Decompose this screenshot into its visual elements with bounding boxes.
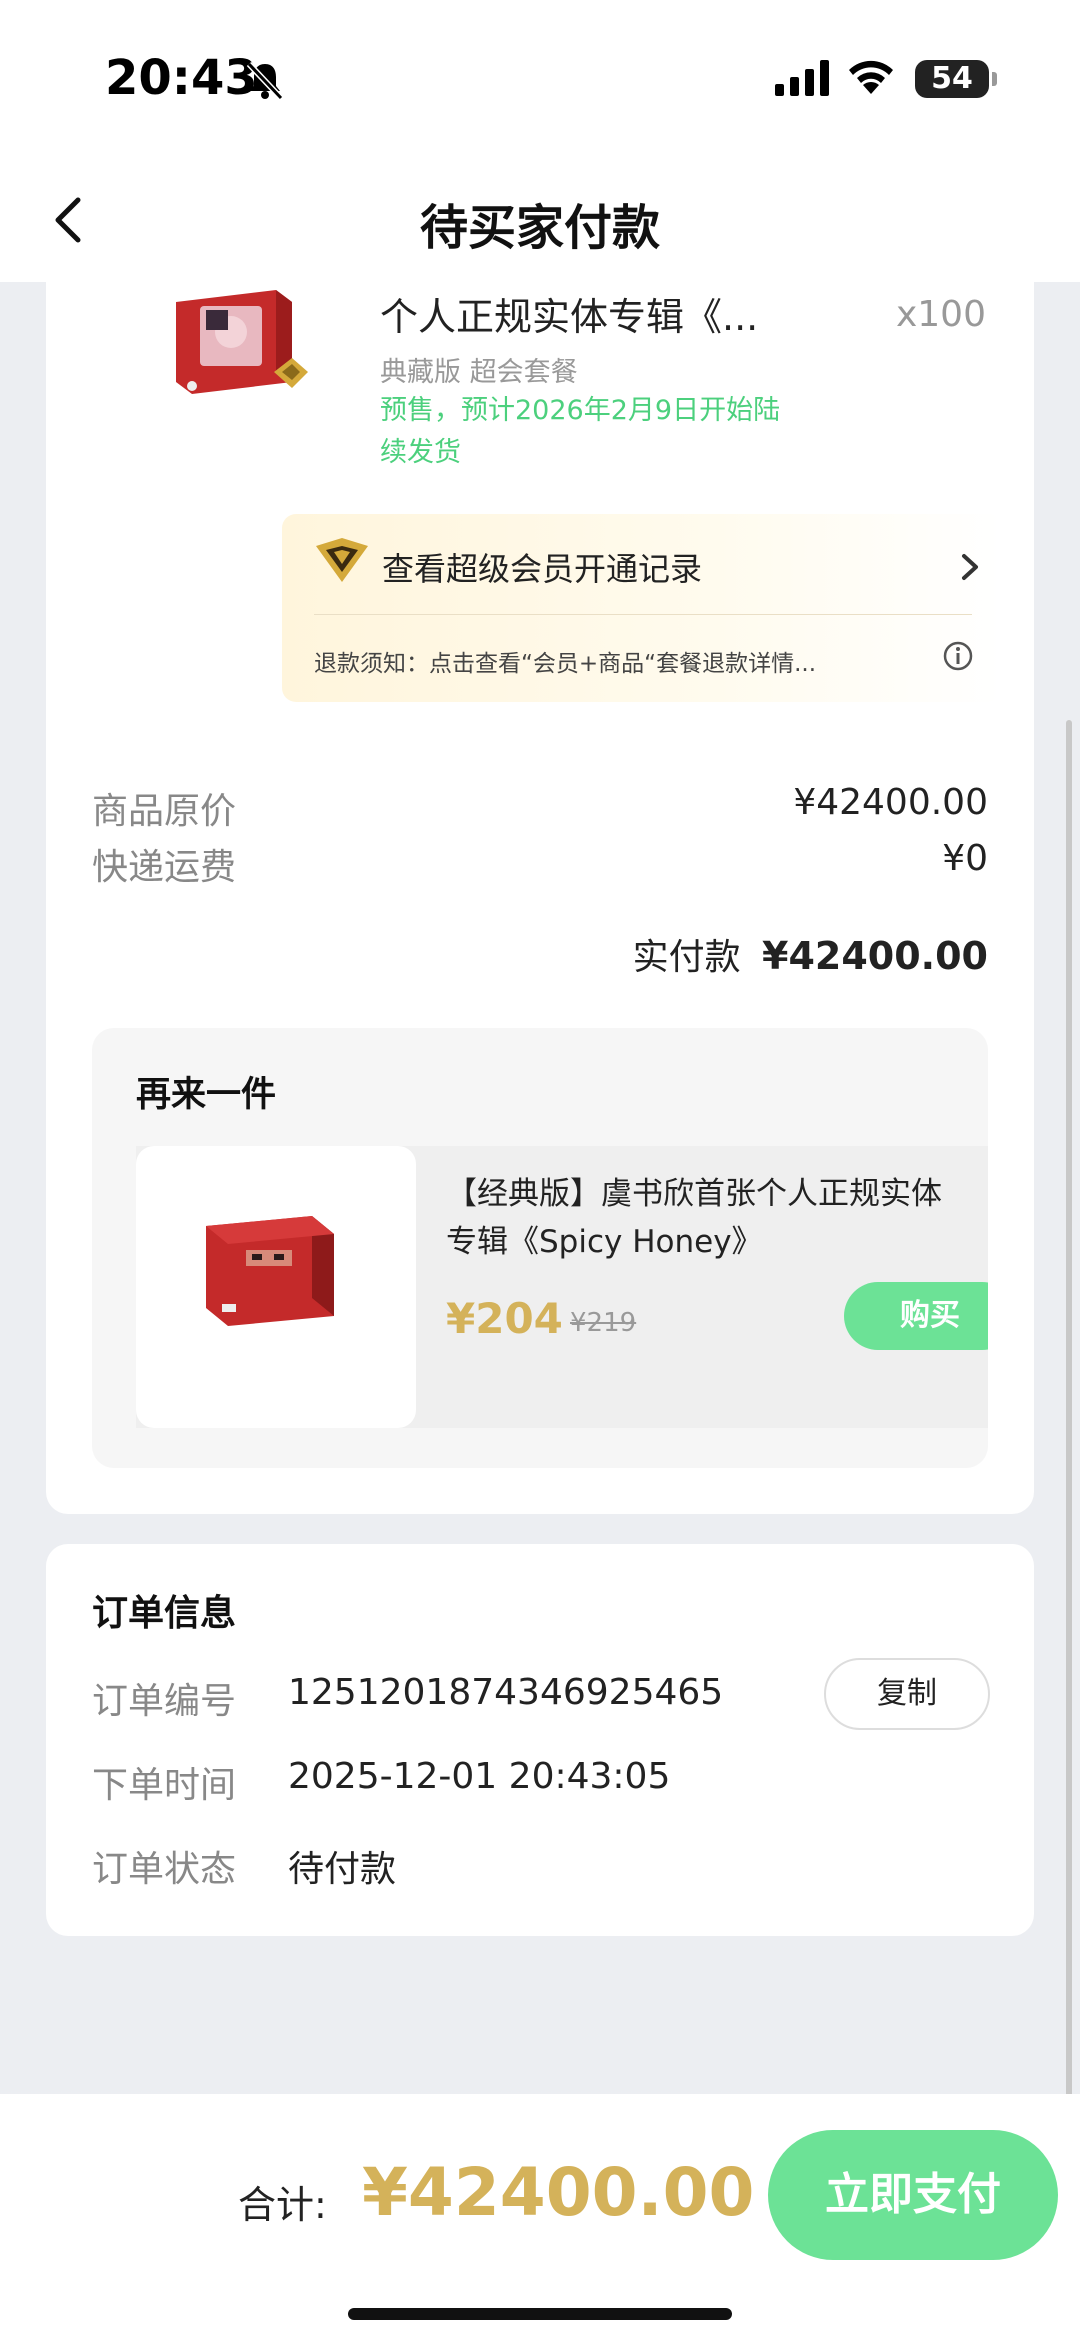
- order-info-title: 订单信息: [92, 1593, 237, 1634]
- status-bar: 20:43 54: [0, 0, 1080, 160]
- divider: [314, 614, 972, 615]
- battery-icon: 54: [915, 60, 997, 98]
- order-status-value: 待付款: [288, 1849, 397, 1890]
- order-info-card: 订单信息 订单编号 1251201874346925465 复制 下单时间 20…: [46, 1544, 1034, 1936]
- original-price-value: ¥42400.00: [793, 782, 988, 823]
- chevron-right-icon[interactable]: [958, 550, 982, 584]
- album-box-illustration: [206, 1216, 334, 1326]
- original-price-label: 商品原价: [92, 791, 237, 832]
- paid-row: 实付款 ¥42400.00: [633, 928, 988, 980]
- wifi-icon: [849, 60, 893, 94]
- paid-value: ¥42400.00: [762, 934, 988, 978]
- total-amount: ¥42400.00: [362, 2154, 755, 2231]
- buy-again-name[interactable]: 【经典版】虞书欣首张个人正规实体专辑《Spicy Honey》: [446, 1170, 946, 1266]
- order-number-value: 1251201874346925465: [288, 1672, 724, 1713]
- presale-note: 预售，预计2026年2月9日开始陆续发货: [380, 395, 781, 468]
- buy-again-title: 再来一件: [136, 1075, 277, 1115]
- order-number-label: 订单编号: [92, 1681, 237, 1722]
- product-title[interactable]: 个人正规实体专辑《...: [380, 286, 800, 341]
- checkout-bar: 合计: ¥42400.00 立即支付: [0, 2094, 1080, 2341]
- paid-label: 实付款: [632, 937, 741, 978]
- page-title: 待买家付款: [419, 200, 660, 256]
- status-time: 20:43: [105, 50, 258, 106]
- shipping-value: ¥0: [942, 838, 988, 879]
- bell-off-icon: [246, 61, 284, 100]
- order-status-label: 订单状态: [92, 1849, 237, 1890]
- order-time-value: 2025-12-01 20:43:05: [288, 1756, 671, 1797]
- info-icon[interactable]: [942, 640, 974, 672]
- product-spec: 典藏版 超会套餐: [380, 357, 578, 388]
- vip-record-panel[interactable]: 查看超级会员开通记录 退款须知：点击查看“会员+商品“套餐退款详情...: [282, 514, 1002, 702]
- product-quantity: x100: [895, 294, 986, 335]
- buy-again-item[interactable]: 【经典版】虞书欣首张个人正规实体专辑《Spicy Honey》 ¥204 ¥21…: [136, 1146, 988, 1428]
- scrollbar[interactable]: [1066, 720, 1072, 2100]
- signal-icon: [775, 60, 829, 96]
- total-label: 合计:: [238, 2183, 327, 2227]
- refund-note[interactable]: 退款须知：点击查看“会员+商品“套餐退款详情...: [314, 644, 874, 678]
- vip-record-label[interactable]: 查看超级会员开通记录: [382, 544, 702, 590]
- buy-again-image[interactable]: [136, 1146, 416, 1428]
- nav-header: 待买家付款: [0, 160, 1080, 282]
- home-indicator[interactable]: [348, 2308, 732, 2320]
- buy-again-section: 再来一件 【经典版】虞书欣首张个人正规实体专辑《Spicy Honey》 ¥20…: [92, 1028, 988, 1468]
- buy-again-price: ¥204: [446, 1294, 563, 1343]
- buy-again-old-price: ¥219: [570, 1308, 637, 1338]
- pay-now-button[interactable]: 立即支付: [768, 2130, 1058, 2260]
- product-image[interactable]: [146, 282, 336, 412]
- order-time-label: 下单时间: [92, 1765, 237, 1806]
- shipping-label: 快递运费: [92, 847, 237, 888]
- copy-button[interactable]: 复制: [824, 1658, 990, 1730]
- vip-crown-icon: [316, 538, 368, 582]
- order-product-card: 个人正规实体专辑《... x100 典藏版 超会套餐 预售，预计2026年2月9…: [46, 282, 1034, 1514]
- buy-button[interactable]: 购买: [844, 1282, 988, 1350]
